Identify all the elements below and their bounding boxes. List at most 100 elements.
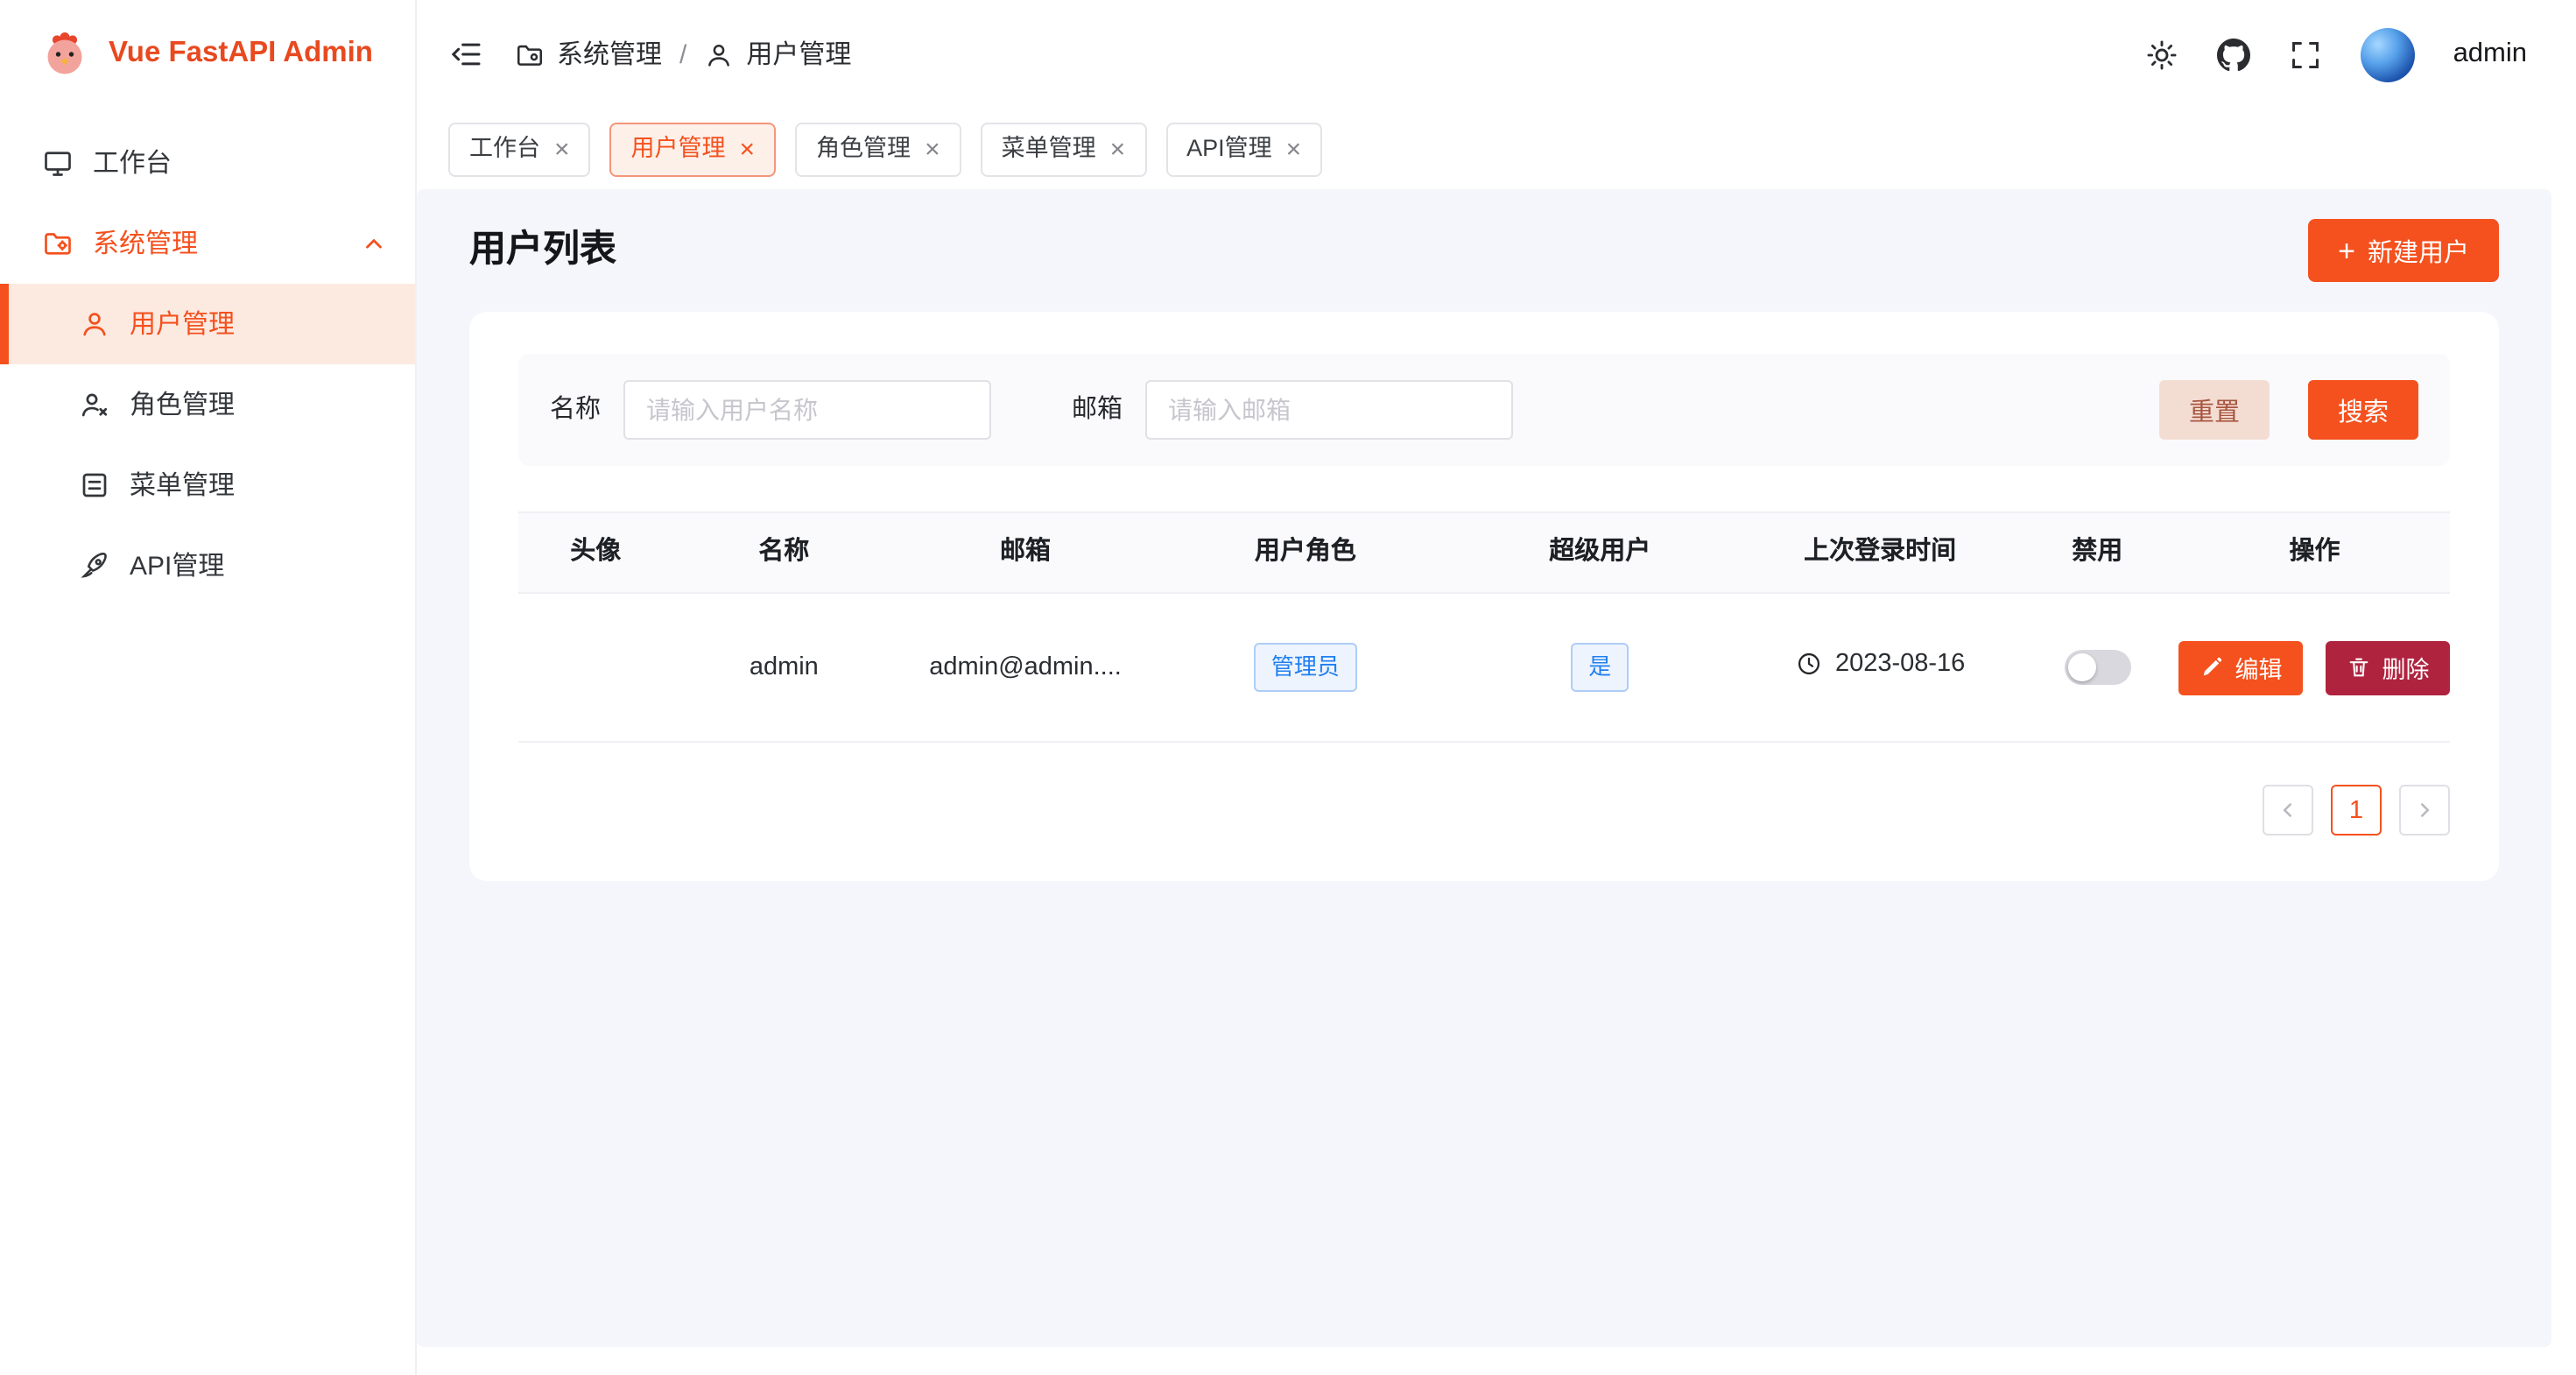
sidebar-item-menu-management[interactable]: 菜单管理 (0, 445, 415, 525)
prev-page-button[interactable] (2263, 785, 2313, 836)
folder-gear-icon (515, 39, 545, 69)
role-cell: 管理员 (1156, 593, 1455, 742)
col-actions: 操作 (2179, 512, 2450, 593)
sidebar-item-label: API管理 (130, 547, 224, 584)
tab-user-management[interactable]: 用户管理 × (610, 122, 777, 176)
next-page-button[interactable] (2399, 785, 2450, 836)
delete-button[interactable]: 删除 (2326, 640, 2451, 695)
breadcrumb-system-management[interactable]: 系统管理 (515, 36, 662, 73)
email-cell: admin@admin.... (895, 593, 1156, 742)
col-avatar: 头像 (518, 512, 672, 593)
last-login-value: 2023-08-16 (1835, 646, 1965, 682)
breadcrumb-user-management[interactable]: 用户管理 (704, 36, 851, 73)
chevron-right-icon (2413, 799, 2436, 821)
fullscreen-icon[interactable] (2289, 38, 2322, 71)
close-icon[interactable]: × (925, 136, 940, 162)
avatar-cell (518, 593, 672, 742)
last-login-cell: 2023-08-16 (1745, 593, 2016, 742)
name-filter-label: 名称 (550, 392, 601, 428)
monitor-icon (42, 147, 74, 179)
page-1-button[interactable]: 1 (2331, 785, 2382, 836)
folder-gear-icon (42, 228, 74, 259)
superuser-cell: 是 (1455, 593, 1745, 742)
list-icon (79, 469, 110, 501)
col-name: 名称 (672, 512, 895, 593)
sidebar-item-label: 用户管理 (130, 306, 235, 342)
github-icon[interactable] (2217, 38, 2250, 71)
breadcrumb-separator: / (679, 36, 686, 73)
content-area: 用户列表 + 新建用户 名称 邮箱 重置 搜索 (417, 189, 2551, 1347)
sidebar-item-label: 系统管理 (93, 225, 198, 262)
close-icon[interactable]: × (1286, 136, 1302, 162)
logo-text: Vue FastAPI Admin (109, 34, 373, 74)
page-title: 用户列表 (469, 225, 616, 277)
username[interactable]: admin (2453, 35, 2527, 73)
col-role: 用户角色 (1156, 512, 1455, 593)
col-last-login: 上次登录时间 (1745, 512, 2016, 593)
close-icon[interactable]: × (740, 136, 756, 162)
name-cell: admin (672, 593, 895, 742)
sidebar-item-label: 菜单管理 (130, 467, 235, 504)
button-label: 编辑 (2235, 650, 2283, 685)
pagination: 1 (518, 785, 2450, 836)
col-email: 邮箱 (895, 512, 1156, 593)
person-x-icon (79, 389, 110, 420)
avatar[interactable] (2361, 27, 2415, 81)
sidebar-item-system-management[interactable]: 系统管理 (0, 203, 415, 284)
sidebar: Vue FastAPI Admin 工作台 系统管理 (0, 0, 417, 1375)
sidebar-item-label: 角色管理 (130, 386, 235, 423)
tab-workbench[interactable]: 工作台 × (448, 122, 591, 176)
clock-icon (1795, 650, 1823, 678)
col-superuser: 超级用户 (1455, 512, 1745, 593)
role-tag: 管理员 (1254, 644, 1357, 692)
collapse-sidebar-icon[interactable] (448, 37, 483, 72)
sidebar-item-api-management[interactable]: API管理 (0, 525, 415, 606)
breadcrumb-label: 系统管理 (557, 36, 662, 73)
app-window: Vue FastAPI Admin 工作台 系统管理 (0, 0, 2576, 1375)
sidebar-item-user-management[interactable]: 用户管理 (0, 284, 415, 364)
table-row: admin admin@admin.... 管理员 是 (518, 593, 2450, 742)
breadcrumb: 系统管理 / 用户管理 (515, 36, 851, 73)
chevron-left-icon (2277, 799, 2299, 821)
actions-cell: 编辑 删除 (2179, 593, 2450, 742)
tab-label: 用户管理 (631, 132, 726, 166)
user-list-card: 名称 邮箱 重置 搜索 (469, 312, 2499, 881)
name-filter-input[interactable] (623, 380, 991, 440)
tab-label: 工作台 (469, 132, 540, 166)
sidebar-item-label: 工作台 (93, 145, 172, 181)
disabled-toggle[interactable] (2064, 650, 2130, 685)
trash-icon (2347, 655, 2372, 680)
logo-chicken-icon (39, 28, 91, 81)
sidebar-item-workbench[interactable]: 工作台 (0, 123, 415, 203)
disabled-cell (2016, 593, 2180, 742)
rocket-icon (79, 550, 110, 582)
superuser-tag: 是 (1571, 644, 1629, 692)
tab-bar: 工作台 × 用户管理 × 角色管理 × 菜单管理 × API管理 × (417, 109, 2576, 189)
edit-button[interactable]: 编辑 (2179, 640, 2304, 695)
search-button[interactable]: 搜索 (2308, 380, 2418, 440)
button-label: 删除 (2382, 650, 2430, 685)
col-disabled: 禁用 (2016, 512, 2180, 593)
chevron-up-icon[interactable] (361, 230, 387, 257)
tab-label: 角色管理 (816, 132, 911, 166)
filter-bar: 名称 邮箱 重置 搜索 (518, 354, 2450, 466)
breadcrumb-label: 用户管理 (746, 36, 851, 73)
user-table: 头像 名称 邮箱 用户角色 超级用户 上次登录时间 禁用 操作 (518, 511, 2450, 743)
close-icon[interactable]: × (1110, 136, 1126, 162)
table-header-row: 头像 名称 邮箱 用户角色 超级用户 上次登录时间 禁用 操作 (518, 512, 2450, 593)
tab-label: 菜单管理 (1002, 132, 1096, 166)
person-icon (79, 308, 110, 340)
new-user-button[interactable]: + 新建用户 (2308, 219, 2499, 282)
reset-button[interactable]: 重置 (2159, 380, 2270, 440)
main-area: 系统管理 / 用户管理 (417, 0, 2576, 1375)
logo[interactable]: Vue FastAPI Admin (0, 0, 415, 109)
email-filter-input[interactable] (1145, 380, 1513, 440)
tab-role-management[interactable]: 角色管理 × (795, 122, 961, 176)
close-icon[interactable]: × (554, 136, 570, 162)
tab-menu-management[interactable]: 菜单管理 × (981, 122, 1147, 176)
tab-label: API管理 (1186, 132, 1272, 166)
tab-api-management[interactable]: API管理 × (1165, 122, 1322, 176)
sidebar-item-role-management[interactable]: 角色管理 (0, 364, 415, 445)
theme-toggle-sun-icon[interactable] (2145, 38, 2178, 71)
pencil-icon (2200, 655, 2225, 680)
